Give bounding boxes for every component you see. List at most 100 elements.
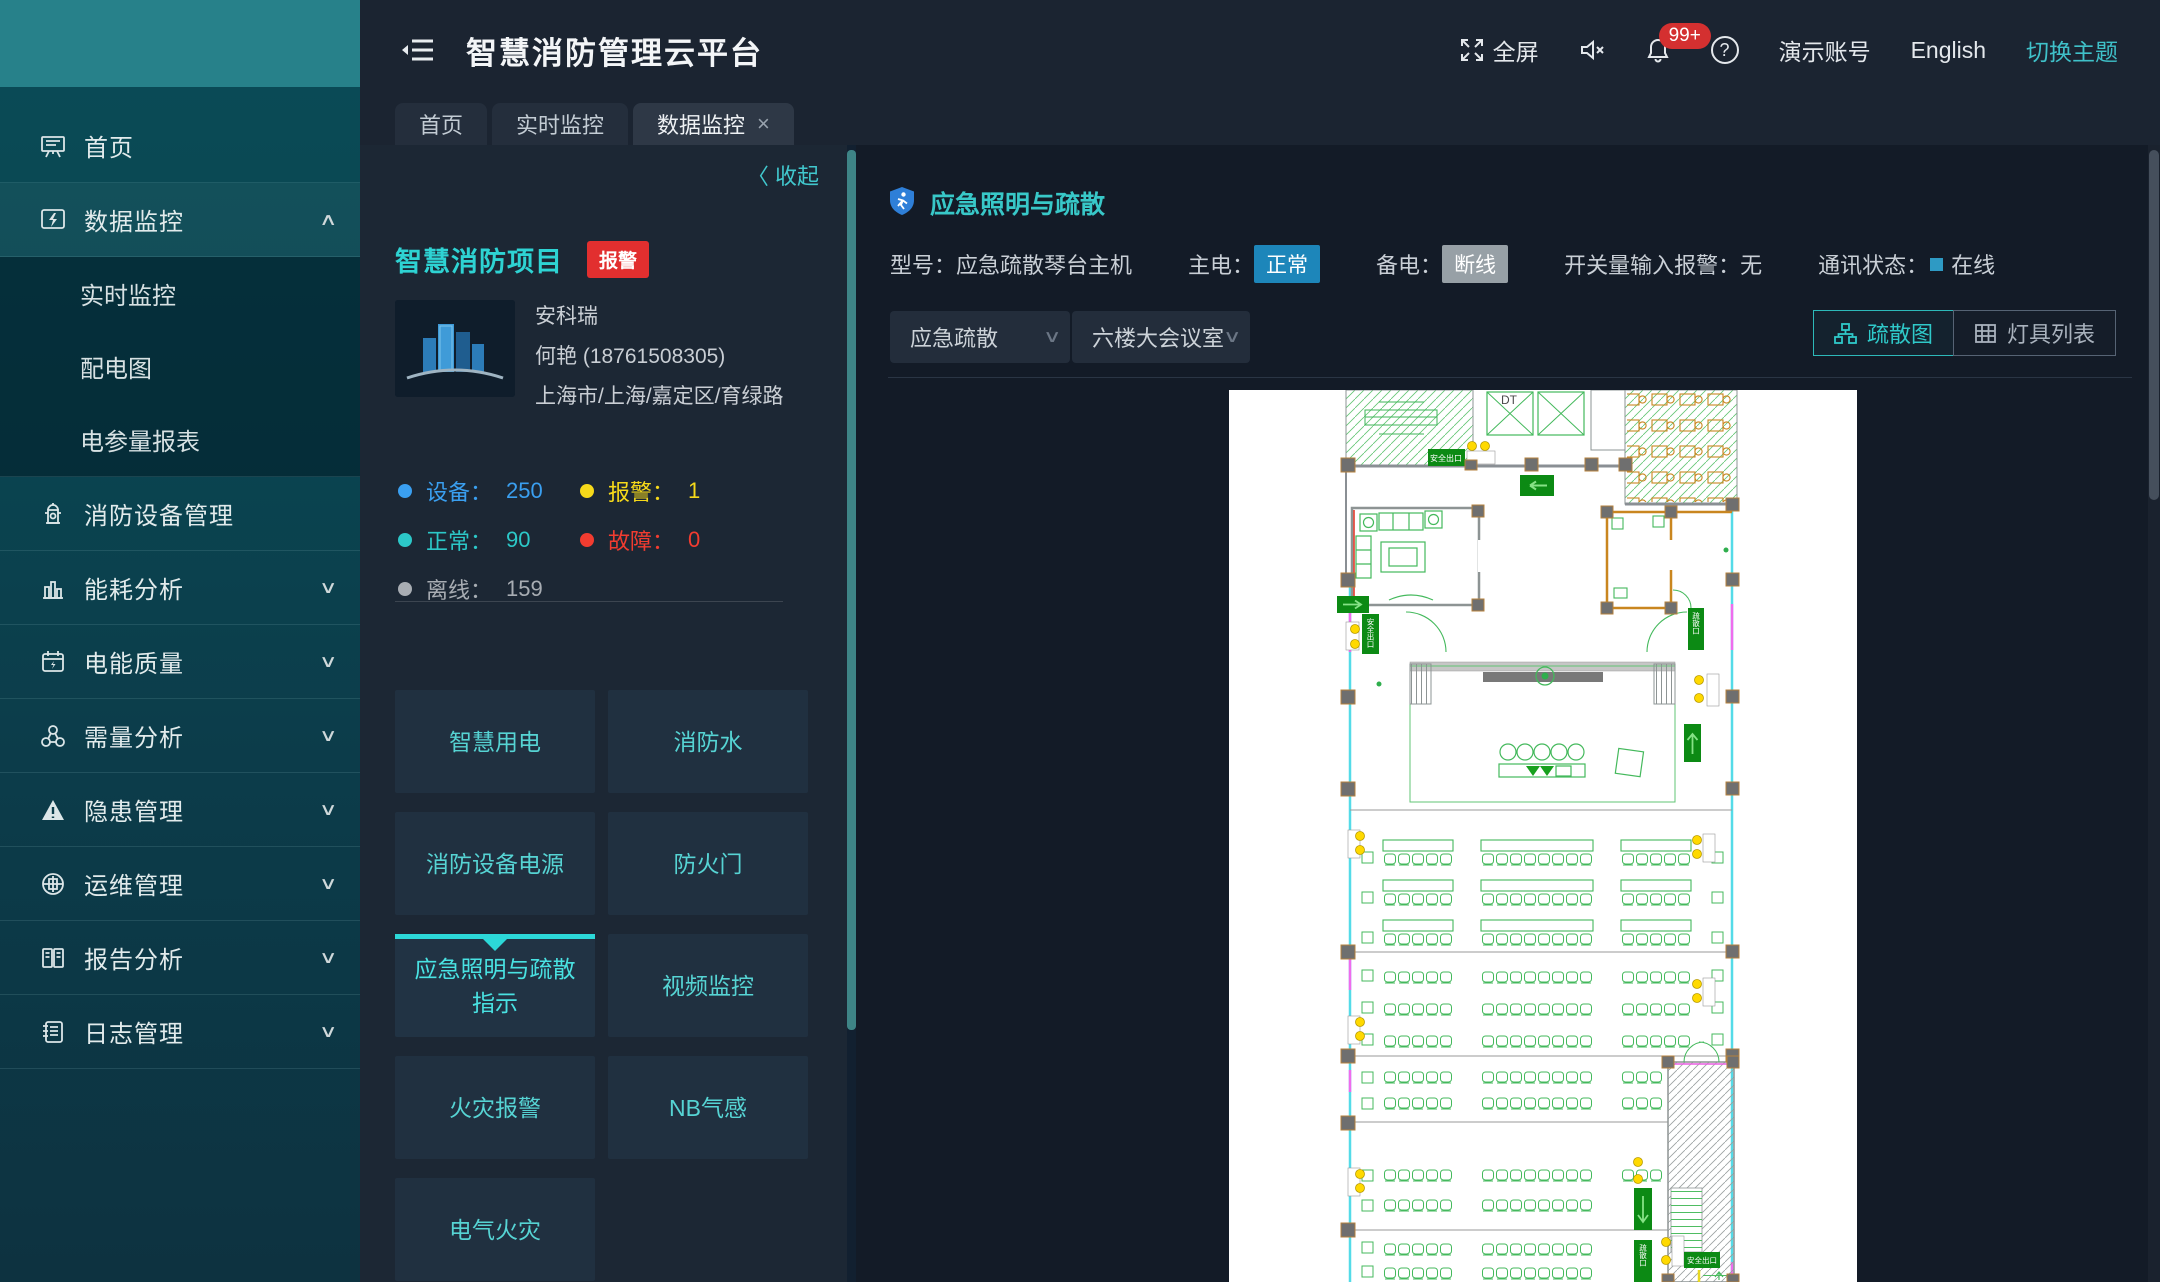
sidebar-subitem-distribution-diagram[interactable]: 配电图 [0,330,360,403]
evacuation-map-button[interactable]: 疏散图 [1813,310,1954,356]
collapse-panel-button[interactable]: 〈 收起 [747,159,819,191]
account-name[interactable]: 演示账号 [1779,33,1871,67]
chevron-left-icon: 〈 [747,164,769,189]
close-tab-icon[interactable]: × [757,111,770,137]
fire-hydrant-icon [38,499,68,529]
dot-icon [580,533,594,547]
sidebar-item-log-management[interactable]: 日志管理 ∨ [0,995,360,1069]
tile-emergency-lighting[interactable]: 应急照明与疏散指示 [395,934,595,1037]
di-alarm-value: 无 [1740,248,1762,280]
logo-block [0,0,360,87]
tile-fire-door[interactable]: 防火门 [608,812,808,915]
tile-fire-equipment-power[interactable]: 消防设备电源 [395,812,595,915]
dot-icon [398,533,412,547]
calendar-bolt-icon [38,647,68,677]
exit-sign-label: 安全出口 [1687,1255,1717,1265]
submenu-data-monitoring: 实时监控 配电图 电参量报表 [0,257,360,477]
chevron-down-icon: ∨ [318,874,337,894]
chevron-up-icon: ∧ [318,210,337,230]
online-square-icon [1930,258,1943,271]
scrollbar-thumb[interactable] [2149,150,2159,500]
tile-fire-water[interactable]: 消防水 [608,690,808,793]
scrollbar-thumb[interactable] [847,150,856,1030]
sidebar-item-power-quality[interactable]: 电能质量 ∨ [0,625,360,699]
sidebar-item-label: 数据监控 [84,202,184,237]
page-scrollbar[interactable] [2148,145,2160,1282]
company-name: 安科瑞 [535,300,784,330]
sidebar-item-report-analysis[interactable]: 报告分析 ∨ [0,921,360,995]
panel-scrollbar[interactable] [847,145,856,1282]
sidebar-item-label: 日志管理 [84,1014,184,1049]
header: 智慧消防管理云平台 全屏 99+ ? 演示账号 English 切换主题 [360,0,2160,145]
system-select[interactable]: 应急疏散 ∨ [890,311,1070,363]
model-value: 应急疏散琴台主机 [956,248,1132,280]
evacuation-floorplan[interactable]: DT 安全出口 [1229,390,1857,1282]
sidebar-item-data-monitoring[interactable]: 数据监控 ∧ [0,183,360,257]
sidebar: 首页 数据监控 ∧ 实时监控 配电图 电参量报表 消防设备管理 [0,0,360,1282]
chevron-down-icon: ∨ [318,800,337,820]
panel-divider [395,601,783,602]
notebook-icon [38,1017,68,1047]
exit-sign-label: 安全出口 [1430,453,1462,463]
content: 〈 收起 智慧消防项目 报警 [360,145,2160,1282]
sidebar-item-ops-management[interactable]: 运维管理 ∨ [0,847,360,921]
tile-fire-alarm[interactable]: 火灾报警 [395,1056,595,1159]
notifications-bell-icon[interactable]: 99+ [1645,37,1671,63]
help-icon[interactable]: ? [1711,36,1739,64]
sidebar-subitem-electric-report[interactable]: 电参量报表 [0,403,360,476]
sidebar-subitem-realtime[interactable]: 实时监控 [0,257,360,330]
language-switch[interactable]: English [1911,37,1986,64]
smart-fire-platform: 首页 数据监控 ∧ 实时监控 配电图 电参量报表 消防设备管理 [0,0,2160,1282]
chevron-down-icon: ∨ [318,726,337,746]
room-select[interactable]: 六楼大会议室 ∨ [1072,311,1250,363]
mute-icon[interactable] [1579,37,1605,63]
sidebar-item-label: 电能质量 [84,644,184,679]
stat-alarms: 报警：1 [580,475,762,507]
contact-info: 何艳 (18761508305) [535,340,784,370]
section-head: 应急照明与疏散 [888,185,1105,221]
evac-sign-label: 疏散口 [1691,611,1700,635]
sidebar-item-label: 报告分析 [84,940,184,975]
device-stats: 设备：250 报警：1 正常：90 故障：0 离线：159 [398,475,762,605]
stat-devices: 设备：250 [398,475,580,507]
sidebar-item-hazard-management[interactable]: 隐患管理 ∨ [0,773,360,847]
dot-icon [398,582,412,596]
main-area: 应急照明与疏散 型号： 应急疏散琴台主机 主电： 正常 备电： 断线 开关量输入… [856,145,2160,1282]
theme-switch[interactable]: 切换主题 [2026,33,2118,67]
main-divider [888,377,2132,378]
tile-video-monitoring[interactable]: 视频监控 [608,934,808,1037]
sidebar-item-demand-analysis[interactable]: 需量分析 ∨ [0,699,360,773]
view-toggle: 疏散图 灯具列表 [1813,310,2116,356]
subsystem-tiles: 智慧用电 消防水 消防设备电源 防火门 应急照明与疏散指示 视频监控 火灾报警 … [395,690,808,1281]
tab-data-monitoring[interactable]: 数据监控 × [633,103,794,145]
project-info: 安科瑞 何艳 (18761508305) 上海市/上海/嘉定区/育绿路 [395,300,784,410]
sidebar-item-home[interactable]: 首页 [0,109,360,183]
evac-sign-label: 疏散口 [1638,1243,1647,1267]
main-power-status-badge: 正常 [1254,245,1320,283]
tile-nb-gas[interactable]: NB气感 [608,1056,808,1159]
menu-fold-icon[interactable] [400,34,436,66]
sidebar-item-label: 首页 [84,128,134,163]
project-panel: 〈 收起 智慧消防项目 报警 [360,145,847,1282]
chevron-down-icon: ∨ [318,948,337,968]
model-group: 型号： 应急疏散琴台主机 [890,248,1132,280]
chevron-down-icon: ∨ [318,1022,337,1042]
exit-sign-label: 安全出口 [1366,617,1375,649]
dot-icon [580,484,594,498]
tab-bar: 首页 实时监控 数据监控 × [395,103,794,145]
sidebar-menu: 首页 数据监控 ∧ 实时监控 配电图 电参量报表 消防设备管理 [0,87,360,1069]
sidebar-item-label: 消防设备管理 [84,496,234,531]
tab-realtime[interactable]: 实时监控 [492,103,628,145]
chevron-down-icon: ∨ [318,578,337,598]
project-address: 上海市/上海/嘉定区/育绿路 [535,380,784,410]
fullscreen-button[interactable]: 全屏 [1459,33,1539,67]
sidebar-item-fire-equipment[interactable]: 消防设备管理 [0,477,360,551]
tab-home[interactable]: 首页 [395,103,487,145]
lamp-list-button[interactable]: 灯具列表 [1953,310,2116,356]
sidebar-item-energy-analysis[interactable]: 能耗分析 ∨ [0,551,360,625]
tile-smart-power[interactable]: 智慧用电 [395,690,595,793]
tile-electrical-fire[interactable]: 电气火灾 [395,1178,595,1281]
main-power-group: 主电： 正常 [1188,245,1320,283]
shield-icon [888,186,916,221]
backup-power-group: 备电： 断线 [1376,245,1508,283]
